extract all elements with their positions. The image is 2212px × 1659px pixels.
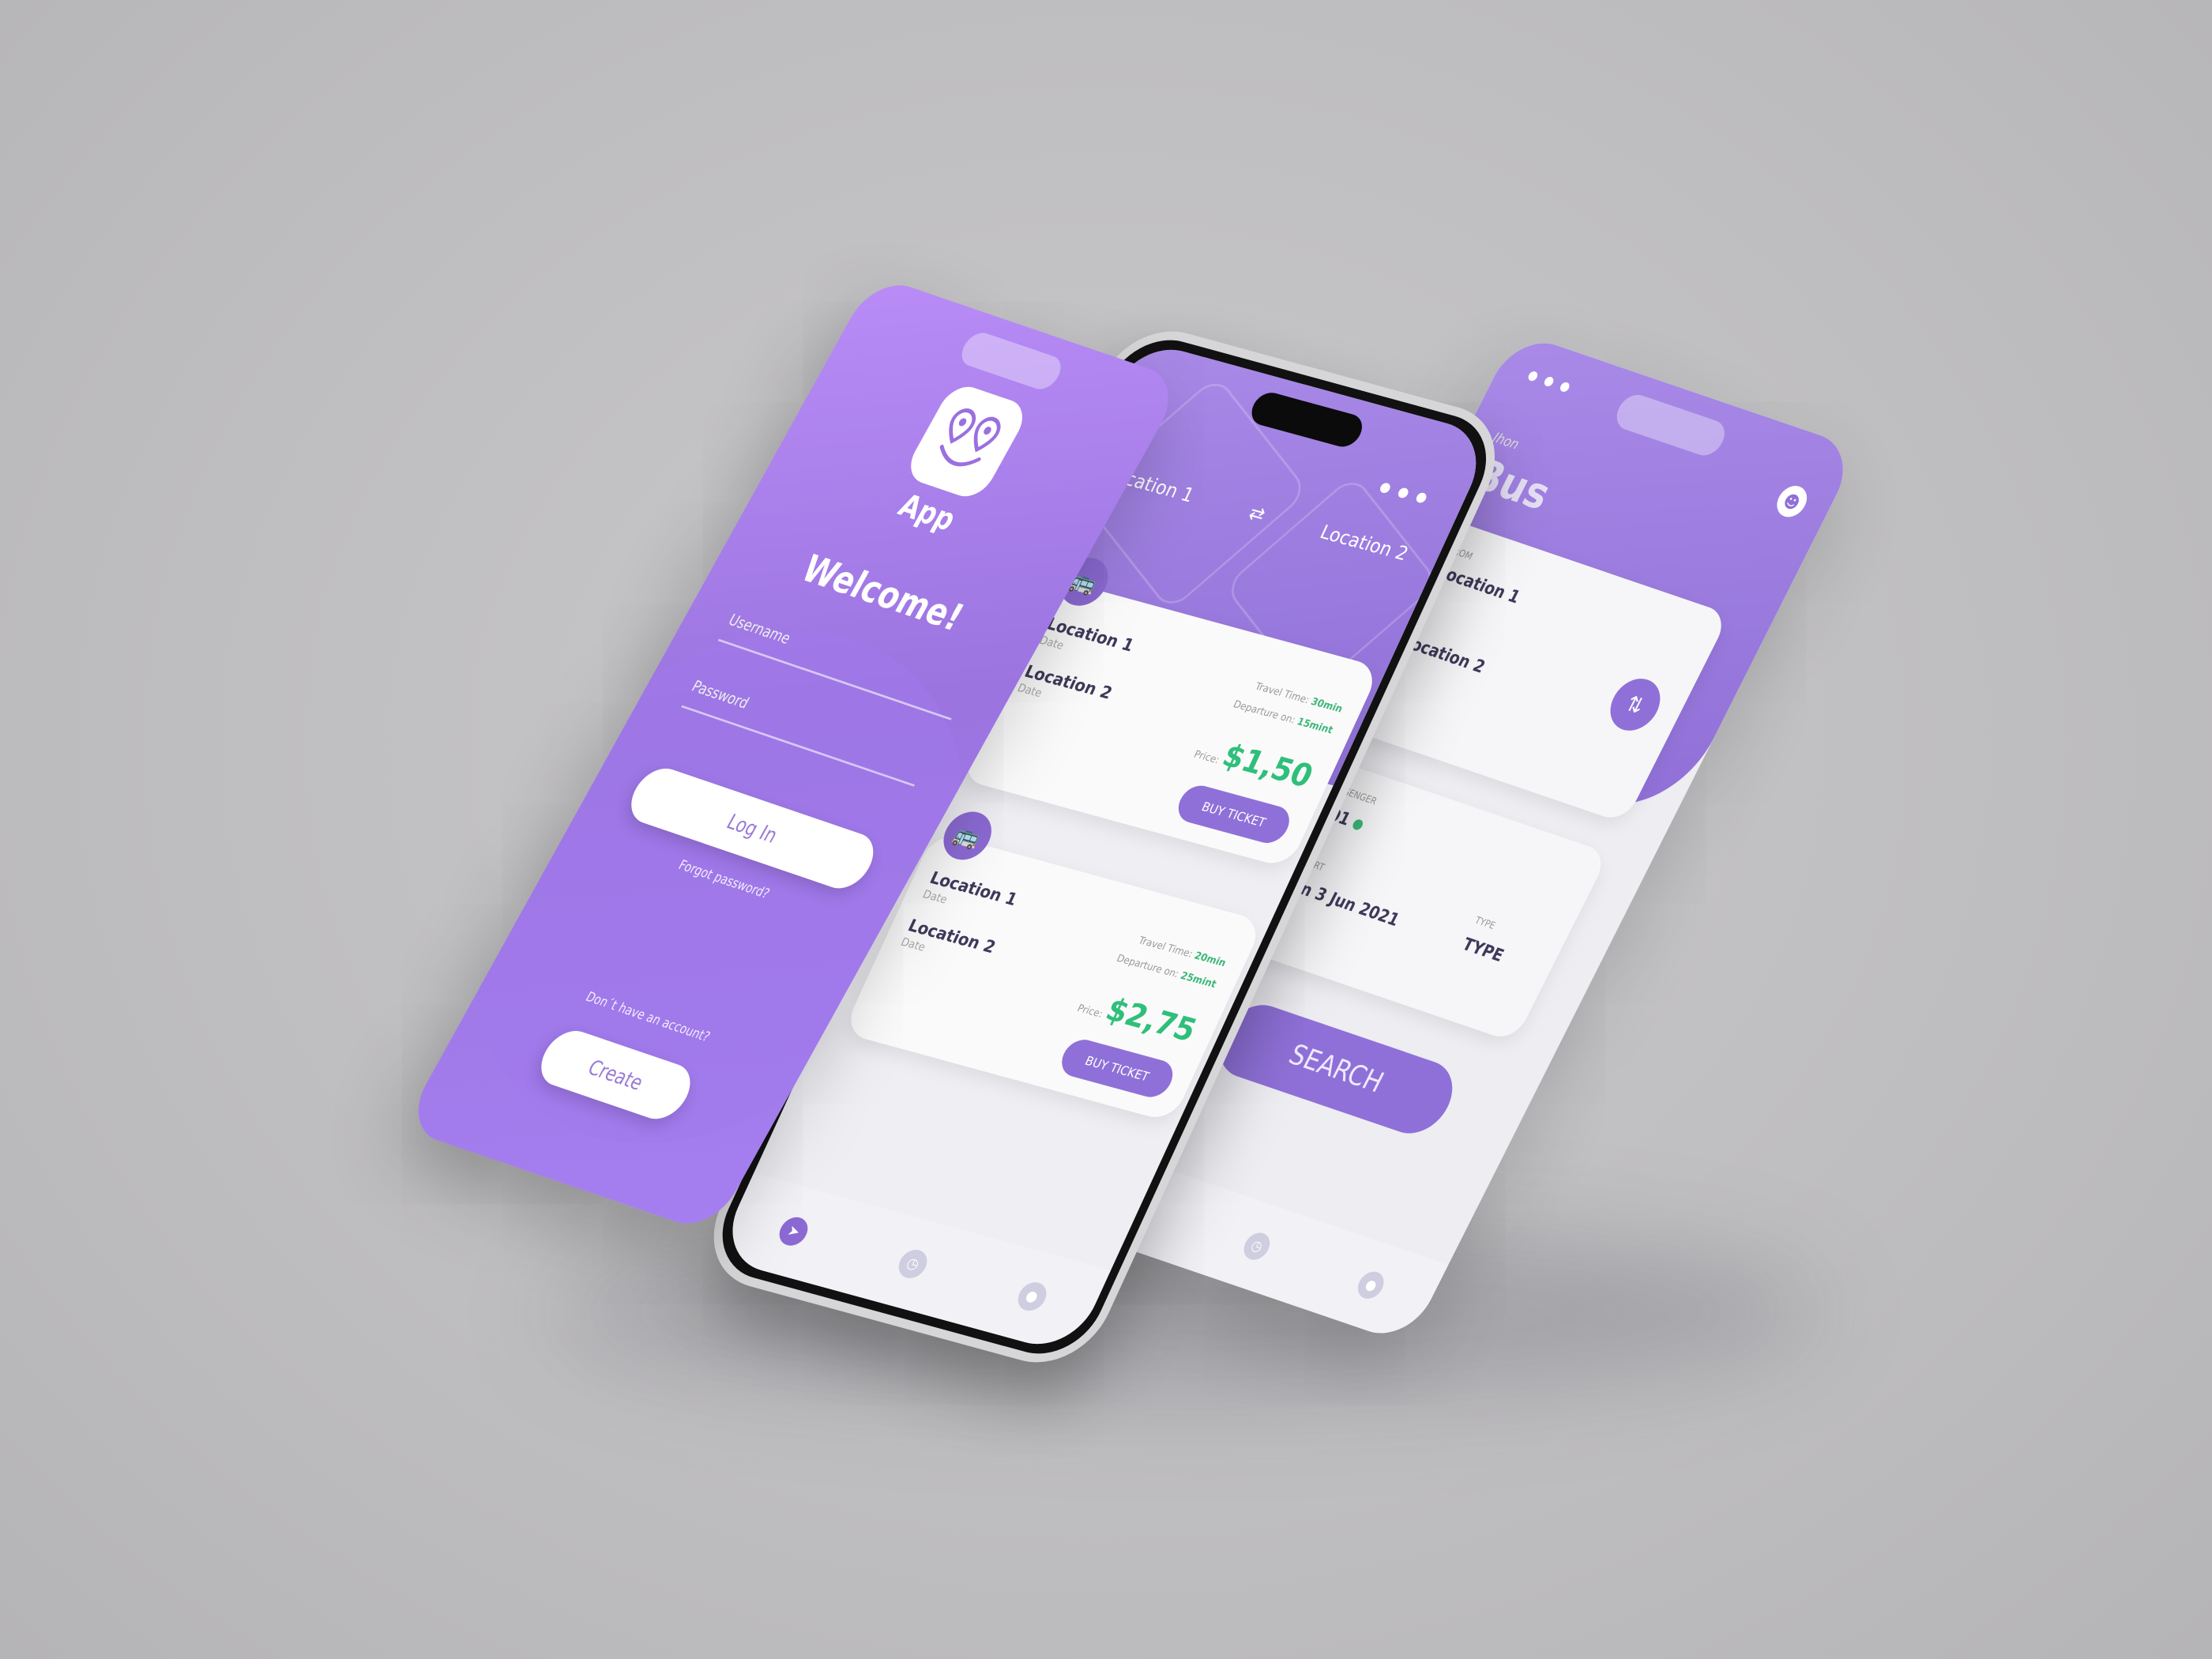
buy-ticket-button[interactable]: BUY TICKET [1172, 781, 1296, 847]
search-button[interactable]: SEARCH [1206, 996, 1465, 1142]
swap-icon[interactable]: ⇄ [1245, 502, 1269, 527]
buy-ticket-button[interactable]: BUY TICKET [1055, 1036, 1179, 1101]
nav-history-icon[interactable]: ◷ [1239, 1229, 1275, 1263]
bus-icon: 🚌 [935, 807, 1000, 865]
plus-icon[interactable] [1351, 818, 1365, 831]
ticket-price: Price: $1,50 [1191, 736, 1319, 796]
swap-locations-button[interactable]: ⇅ [1601, 672, 1669, 737]
type-select[interactable]: TYPE [1459, 934, 1507, 966]
nav-history-icon[interactable]: ◷ [893, 1247, 932, 1281]
nav-profile-icon[interactable]: ● [1353, 1268, 1389, 1303]
smiley-pin-icon [939, 408, 1001, 467]
notch [955, 329, 1067, 393]
nav-explore-icon[interactable]: ➤ [774, 1214, 813, 1249]
type-label: TYPE [1473, 916, 1497, 932]
ticket-price: Price: $2,75 [1074, 991, 1202, 1049]
nav-profile-icon[interactable]: ● [1013, 1279, 1051, 1314]
app-logo-icon [901, 381, 1032, 502]
